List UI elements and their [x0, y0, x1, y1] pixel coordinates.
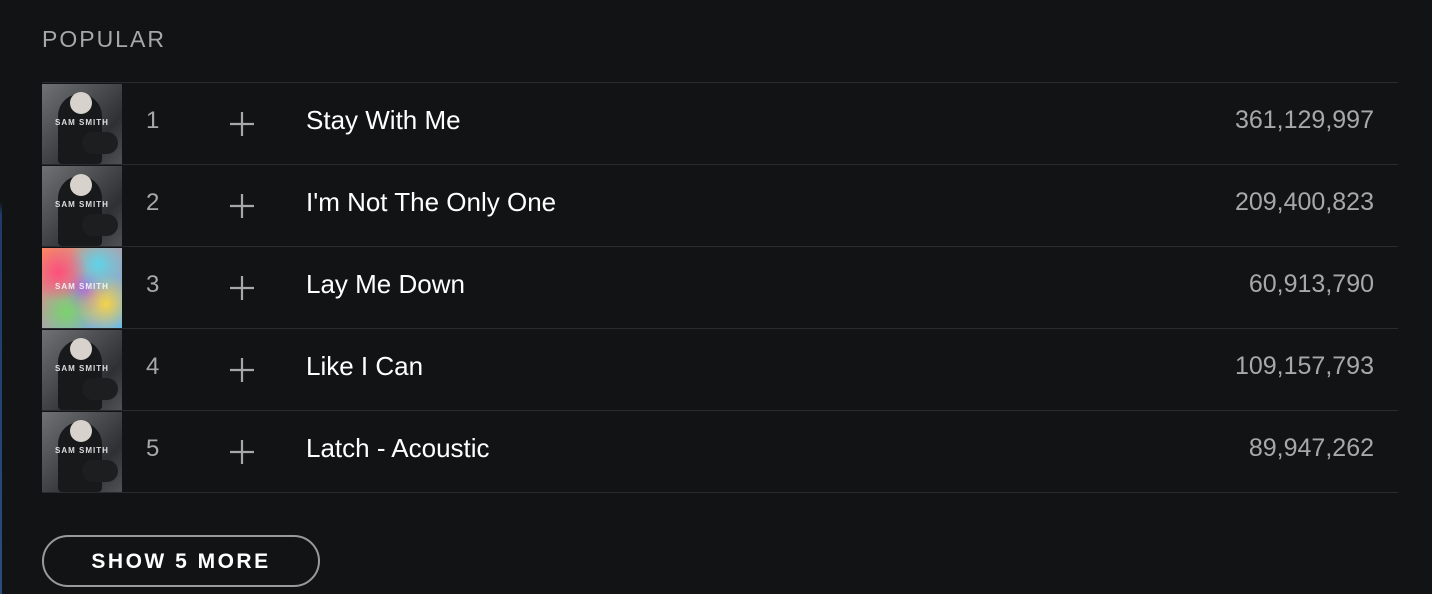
track-number: 3 — [146, 271, 160, 298]
track-row[interactable]: SAM SMITH 3 Lay Me Down 60,913,790 — [42, 247, 1398, 329]
track-list: SAM SMITH 1 Stay With Me 361,129,997 SAM… — [42, 82, 1398, 493]
track-name[interactable]: Latch - Acoustic — [306, 433, 490, 464]
play-count: 89,947,262 — [1248, 434, 1374, 462]
plus-icon[interactable] — [229, 357, 255, 383]
album-cover: SAM SMITH — [42, 84, 122, 164]
section-title: POPULAR — [42, 26, 166, 52]
track-name[interactable]: Like I Can — [306, 351, 423, 382]
plus-icon[interactable] — [229, 439, 255, 465]
track-name[interactable]: Stay With Me — [306, 105, 461, 136]
track-name[interactable]: Lay Me Down — [306, 269, 465, 300]
window-edge — [0, 0, 2, 594]
track-row[interactable]: SAM SMITH 1 Stay With Me 361,129,997 — [42, 83, 1398, 165]
plus-icon[interactable] — [229, 111, 255, 137]
play-count: 361,129,997 — [1234, 106, 1374, 134]
show-more-button[interactable]: SHOW 5 MORE — [42, 535, 320, 587]
track-number: 2 — [146, 189, 160, 216]
album-cover: SAM SMITH — [42, 412, 122, 492]
track-name[interactable]: I'm Not The Only One — [306, 187, 556, 218]
play-count: 109,157,793 — [1234, 352, 1374, 380]
track-row[interactable]: SAM SMITH 4 Like I Can 109,157,793 — [42, 329, 1398, 411]
album-cover: SAM SMITH — [42, 166, 122, 246]
plus-icon[interactable] — [229, 275, 255, 301]
album-cover: SAM SMITH — [42, 330, 122, 410]
track-row[interactable]: SAM SMITH 5 Latch - Acoustic 89,947,262 — [42, 411, 1398, 493]
track-number: 4 — [146, 353, 160, 380]
track-number: 1 — [146, 107, 160, 134]
album-cover: SAM SMITH — [42, 248, 122, 328]
track-number: 5 — [146, 435, 160, 462]
play-count: 60,913,790 — [1248, 270, 1374, 298]
track-row[interactable]: SAM SMITH 2 I'm Not The Only One 209,400… — [42, 165, 1398, 247]
play-count: 209,400,823 — [1234, 188, 1374, 216]
plus-icon[interactable] — [229, 193, 255, 219]
